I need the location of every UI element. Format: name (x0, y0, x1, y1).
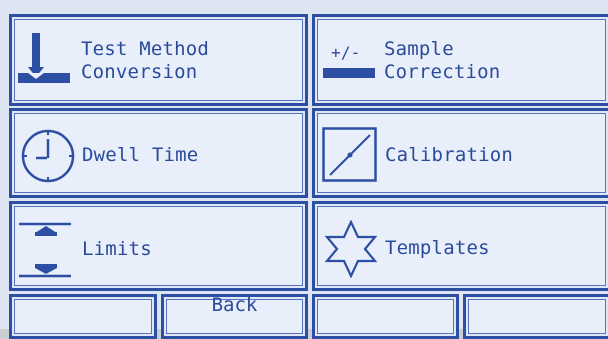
dwell-time-button[interactable]: Dwell Time (9, 108, 308, 198)
calibration-label: Calibration (385, 144, 514, 166)
back-label: Back (211, 294, 258, 316)
clock-icon (19, 127, 77, 185)
test-method-conversion-button[interactable]: Test Method Conversion (9, 14, 308, 106)
plus-minus-bar-icon (323, 68, 377, 80)
calibration-button[interactable]: Calibration (312, 108, 608, 198)
star-icon (323, 220, 379, 278)
nav-button-4[interactable] (463, 294, 608, 339)
limits-label: Limits (82, 238, 152, 260)
diagonal-line-icon (322, 127, 378, 183)
dwell-time-label: Dwell Time (82, 144, 199, 166)
limits-arrows-icon (19, 222, 77, 280)
menu-screen: Test Method Conversion +/- Sample Correc… (0, 0, 608, 339)
plus-minus-label: +/- (331, 43, 361, 62)
nav-button-3[interactable] (312, 294, 459, 339)
sample-correction-line2: Correction (384, 61, 501, 83)
limits-button[interactable]: Limits (9, 201, 308, 291)
sample-correction-button[interactable]: +/- Sample Correction (312, 14, 608, 106)
templates-label: Templates (385, 237, 490, 259)
indenter-icon (18, 33, 72, 85)
nav-button-1[interactable] (9, 294, 157, 339)
sample-correction-line1: Sample (384, 38, 454, 60)
test-method-line1: Test Method (81, 38, 210, 60)
templates-button[interactable]: Templates (312, 201, 608, 291)
test-method-line2: Conversion (81, 61, 198, 83)
back-button[interactable]: Back (161, 294, 308, 339)
